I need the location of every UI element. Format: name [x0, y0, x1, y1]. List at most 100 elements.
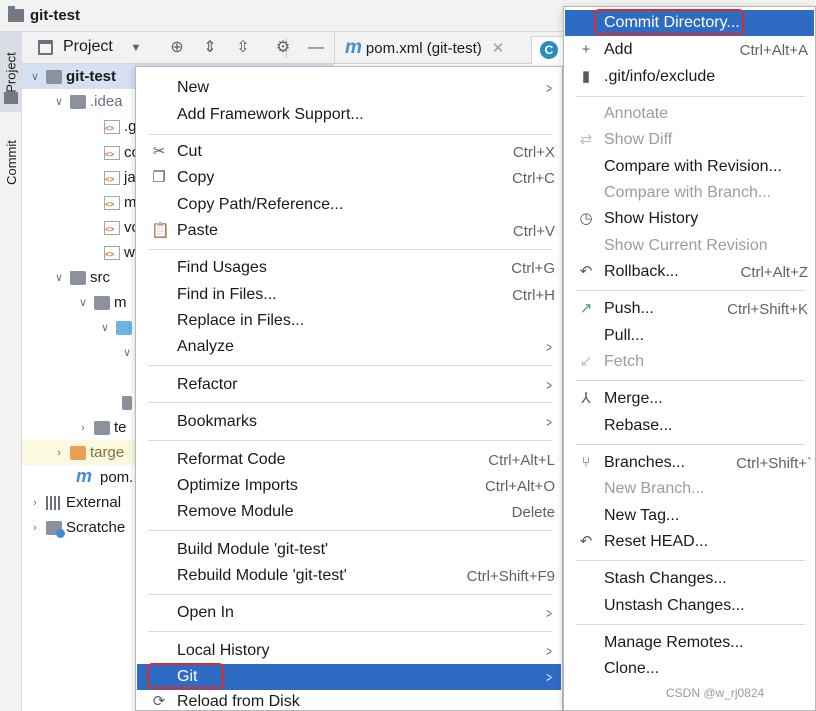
menu-item-stash-changes[interactable]: Stash Changes... — [565, 566, 814, 592]
class-icon: C — [540, 41, 558, 59]
project-toolbar: Project ▼ ⊕ ⇕ ⇳ ⚙ — — [22, 32, 334, 64]
menu-item-manage-remotes[interactable]: Manage Remotes... — [565, 630, 814, 656]
locate-icon[interactable]: ⊕ — [166, 37, 188, 59]
git-exclude-icon: ▮ — [581, 68, 591, 85]
menu-item-merge[interactable]: ⅄ Merge... — [565, 386, 814, 412]
menu-item-bookmarks[interactable]: Bookmarks > — [137, 409, 561, 435]
chevron-right-icon: > — [546, 414, 552, 430]
menu-shortcut: Ctrl+Alt+A — [739, 41, 808, 59]
tree-item-label: src — [90, 269, 110, 286]
menu-item-add-framework-support[interactable]: Add Framework Support... — [137, 102, 561, 128]
library-icon — [46, 495, 62, 510]
menu-item-push[interactable]: ↗ Push... Ctrl+Shift+K — [565, 296, 814, 322]
menu-item-rollback[interactable]: ↶ Rollback... Ctrl+Alt+Z — [565, 259, 814, 285]
folder-icon — [70, 94, 86, 109]
menu-item-label: Add — [604, 41, 633, 58]
tool-window-strip: Project Commit — [0, 32, 22, 711]
menu-item-label: Replace in Files... — [177, 312, 305, 329]
menu-item-label: Find Usages — [177, 259, 267, 276]
expand-all-icon[interactable]: ⇕ — [199, 37, 221, 59]
menu-shortcut: Ctrl+C — [512, 169, 555, 187]
collapse-all-icon[interactable]: ⇳ — [232, 37, 254, 59]
commit-tab-label: Commit — [3, 139, 19, 185]
menu-item-label: Remove Module — [177, 503, 294, 520]
menu-item-rebase[interactable]: Rebase... — [565, 413, 814, 439]
menu-separator — [148, 365, 552, 366]
tab-commit-tool-window[interactable]: Commit — [0, 127, 22, 197]
menu-separator — [576, 290, 805, 291]
menu-item-branches[interactable]: ⑂ Branches... Ctrl+Shift+` — [565, 450, 814, 476]
editor-tab-label: pom.xml (git-test) — [365, 39, 482, 57]
menu-item-annotate[interactable]: Annotate — [565, 101, 814, 127]
menu-item-new-tag[interactable]: New Tag... — [565, 503, 814, 529]
chevron-right-icon: > — [546, 80, 552, 96]
gear-icon[interactable]: ⚙ — [272, 37, 294, 59]
chevron-down-icon[interactable]: ∨ — [120, 346, 134, 359]
menu-item-cut[interactable]: ✂ Cut Ctrl+X — [137, 139, 561, 165]
chevron-right-icon: > — [546, 643, 552, 659]
menu-item-label: Reload from Disk — [177, 693, 300, 710]
menu-item-add[interactable]: + Add Ctrl+Alt+A — [565, 37, 814, 63]
menu-item-remove-module[interactable]: Remove Module Delete — [137, 499, 561, 525]
close-icon[interactable]: ✕ — [492, 39, 505, 57]
menu-separator — [148, 594, 552, 595]
chevron-down-icon[interactable]: ∨ — [28, 70, 42, 83]
reload-icon: ⟳ — [152, 693, 166, 710]
menu-item-copy[interactable]: ❐ Copy Ctrl+C — [137, 165, 561, 191]
menu-item-local-history[interactable]: Local History > — [137, 638, 561, 664]
menu-item-label: Compare with Branch... — [604, 184, 772, 201]
menu-shortcut: Delete — [511, 503, 555, 521]
minimize-icon[interactable]: — — [305, 37, 327, 59]
menu-item-open-in[interactable]: Open In > — [137, 600, 561, 626]
menu-item-new-branch[interactable]: New Branch... — [565, 476, 814, 502]
menu-item-compare-with-revision[interactable]: Compare with Revision... — [565, 154, 814, 180]
diff-icon: ⇄ — [579, 131, 593, 148]
menu-item-label: Rollback... — [604, 263, 679, 280]
menu-item-reload-from-disk[interactable]: ⟳ Reload from Disk — [137, 689, 561, 711]
menu-item-reformat-code[interactable]: Reformat Code Ctrl+Alt+L — [137, 447, 561, 473]
chevron-right-icon[interactable]: › — [28, 497, 42, 509]
menu-item-show-history[interactable]: ◷ Show History — [565, 206, 814, 232]
tab-pom-xml[interactable]: m pom.xml (git-test) ✕ — [335, 32, 504, 64]
menu-item-compare-with-branch[interactable]: Compare with Branch... — [565, 180, 814, 206]
chevron-right-icon[interactable]: › — [28, 522, 42, 534]
chevron-right-icon[interactable]: › — [52, 447, 66, 459]
menu-item-paste[interactable]: 📋 Paste Ctrl+V — [137, 218, 561, 244]
module-folder-icon — [46, 69, 62, 84]
menu-item-label: Show Current Revision — [604, 237, 768, 254]
chevron-down-icon[interactable]: ∨ — [76, 296, 90, 309]
folder-icon — [70, 270, 86, 285]
menu-item-show-diff[interactable]: ⇄ Show Diff — [565, 127, 814, 153]
chevron-down-icon[interactable]: ∨ — [52, 95, 66, 108]
menu-item-find-in-files[interactable]: Find in Files... Ctrl+H — [137, 282, 561, 308]
chevron-down-icon[interactable]: ▼ — [125, 37, 147, 59]
menu-item-rebuild-module[interactable]: Rebuild Module 'git-test' Ctrl+Shift+F9 — [137, 563, 561, 589]
menu-item-new[interactable]: New > — [137, 75, 561, 101]
menu-item-clone[interactable]: Clone... — [565, 656, 814, 682]
menu-item-replace-in-files[interactable]: Replace in Files... — [137, 308, 561, 334]
menu-item-pull[interactable]: Pull... — [565, 323, 814, 349]
menu-item-copy-path[interactable]: Copy Path/Reference... — [137, 192, 561, 218]
chevron-down-icon[interactable]: ∨ — [52, 271, 66, 284]
menu-item-optimize-imports[interactable]: Optimize Imports Ctrl+Alt+O — [137, 473, 561, 499]
menu-item-label: Fetch — [604, 353, 645, 370]
menu-item-build-module[interactable]: Build Module 'git-test' — [137, 537, 561, 563]
menu-item-reset-head[interactable]: ↶ Reset HEAD... — [565, 529, 814, 555]
menu-item-fetch[interactable]: ↙ Fetch — [565, 349, 814, 375]
tree-item-label: External — [66, 494, 122, 511]
chevron-right-icon[interactable]: › — [76, 422, 90, 434]
context-menu: New > Add Framework Support... ✂ Cut Ctrl… — [135, 66, 563, 711]
menu-item-label: Merge... — [604, 390, 663, 407]
tree-item-label: targe — [90, 444, 125, 461]
chevron-down-icon[interactable]: ∨ — [98, 321, 112, 334]
menu-item-show-current-revision[interactable]: Show Current Revision — [565, 233, 814, 259]
menu-item-unstash-changes[interactable]: Unstash Changes... — [565, 593, 814, 619]
menu-item-refactor[interactable]: Refactor > — [137, 372, 561, 398]
menu-shortcut: Ctrl+Shift+F9 — [466, 567, 555, 585]
project-view-selector[interactable]: Project — [63, 38, 113, 56]
menu-item-git-exclude[interactable]: ▮ .git/info/exclude — [565, 64, 814, 90]
menu-item-find-usages[interactable]: Find Usages Ctrl+G — [137, 255, 561, 281]
menu-item-label: Push... — [604, 300, 654, 317]
menu-item-analyze[interactable]: Analyze > — [137, 334, 561, 360]
menu-item-label: Local History — [177, 642, 270, 659]
